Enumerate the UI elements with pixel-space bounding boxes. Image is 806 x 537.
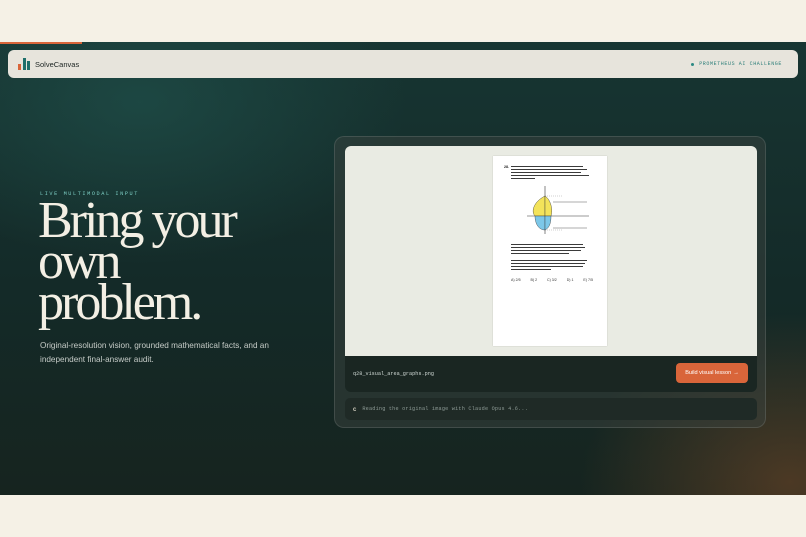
badge-label: PROMETHEUS AI CHALLENGE bbox=[699, 61, 782, 67]
brand-name[interactable]: SolveCanvas bbox=[35, 60, 79, 69]
answer-choice: E) 7/5 bbox=[583, 278, 593, 282]
bar-chart-logo-icon[interactable] bbox=[18, 58, 30, 70]
answer-choices: A) 2/5 B) 2 C) 3/2 D) 1 E) 7/5 bbox=[511, 278, 593, 282]
answer-choice: D) 1 bbox=[566, 278, 574, 282]
question-number: 28. bbox=[504, 165, 509, 169]
build-visual-lesson-button[interactable]: Build visual lesson → bbox=[676, 363, 748, 383]
answer-choice: B) 2 bbox=[530, 278, 538, 282]
challenge-badge: PROMETHEUS AI CHALLENGE bbox=[685, 58, 788, 70]
top-navbar: SolveCanvas PROMETHEUS AI CHALLENGE bbox=[8, 50, 798, 78]
status-bar: C Reading the original image with Claude… bbox=[345, 398, 757, 420]
graph-figure-icon bbox=[527, 186, 589, 234]
status-dot-icon bbox=[691, 62, 695, 66]
file-name: q28_visual_area_graphs.png bbox=[353, 371, 434, 377]
hero-headline: Bring your own problem. bbox=[38, 195, 238, 331]
answer-choice: A) 2/5 bbox=[511, 278, 521, 282]
arrow-right-icon: → bbox=[733, 370, 739, 376]
status-message: Reading the original image with Claude O… bbox=[362, 406, 529, 412]
headline-line: problem. bbox=[38, 274, 203, 331]
claude-icon: C bbox=[353, 405, 357, 413]
upload-panel: 28. A) 2/5 B) 2 C) 3/2 D) 1 E) 7/5 q28_v… bbox=[334, 136, 766, 428]
uploaded-problem-image: 28. A) 2/5 B) 2 C) 3/2 D) 1 E) 7/5 bbox=[493, 156, 607, 346]
accent-bar bbox=[0, 42, 82, 44]
image-viewer: 28. A) 2/5 B) 2 C) 3/2 D) 1 E) 7/5 q28_v… bbox=[345, 146, 757, 392]
hero-section: SolveCanvas PROMETHEUS AI CHALLENGE LIVE… bbox=[0, 42, 806, 495]
answer-choice: C) 3/2 bbox=[547, 278, 557, 282]
button-label: Build visual lesson bbox=[685, 370, 732, 376]
hero-subcopy: Original-resolution vision, grounded mat… bbox=[40, 341, 269, 364]
image-preview: 28. A) 2/5 B) 2 C) 3/2 D) 1 E) 7/5 bbox=[345, 146, 757, 356]
